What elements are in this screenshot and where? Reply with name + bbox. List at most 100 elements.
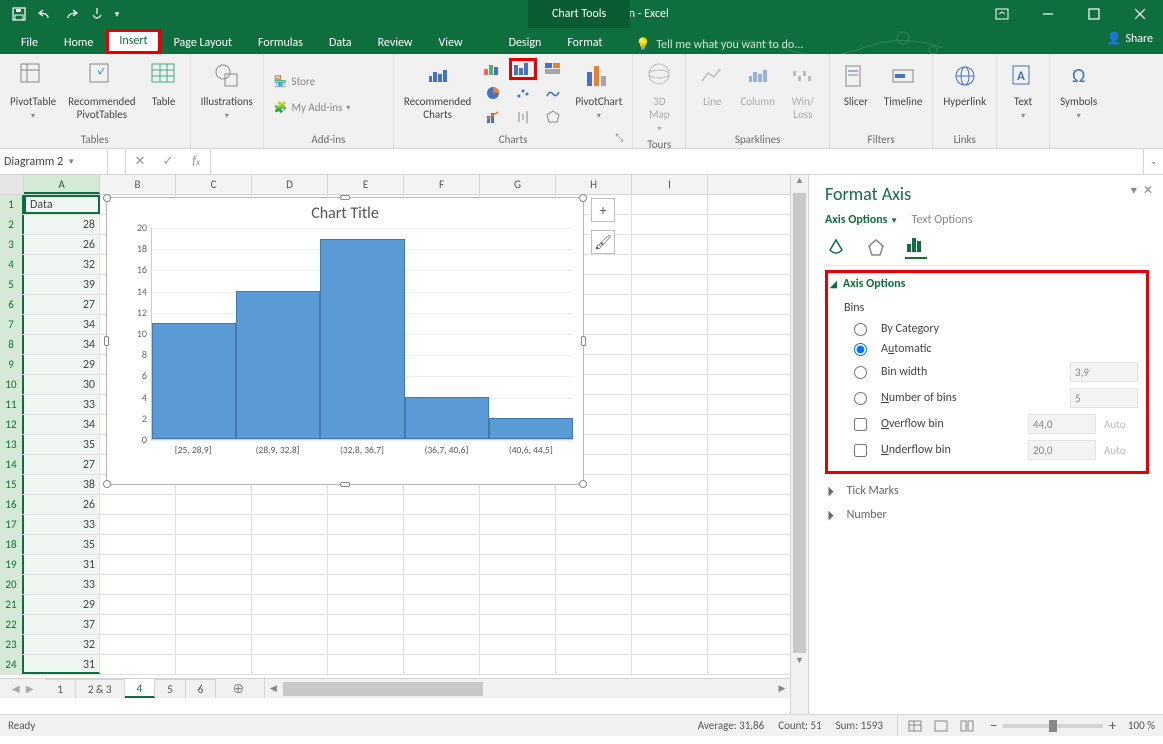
- cell[interactable]: [632, 555, 708, 574]
- section-number[interactable]: ◢ Number: [825, 508, 1149, 522]
- cell[interactable]: [328, 535, 404, 554]
- cell[interactable]: [176, 595, 252, 614]
- row-header-16[interactable]: 16: [0, 495, 24, 514]
- cell[interactable]: [480, 535, 556, 554]
- row-header-7[interactable]: 7: [0, 315, 24, 334]
- cell[interactable]: [404, 575, 480, 594]
- cell[interactable]: [632, 515, 708, 534]
- scroll-up-icon[interactable]: ▲: [791, 175, 808, 191]
- recommended-charts-button[interactable]: Recommended Charts: [400, 58, 475, 123]
- cell[interactable]: 28: [24, 215, 100, 234]
- chart-add-element-button[interactable]: +: [591, 198, 615, 222]
- tab-view[interactable]: View: [426, 32, 476, 54]
- text-button[interactable]: AText▾: [1003, 58, 1043, 123]
- cell[interactable]: [404, 515, 480, 534]
- share-button[interactable]: 👤 Share: [1106, 31, 1153, 46]
- cell[interactable]: 39: [24, 275, 100, 294]
- chart-bar[interactable]: [405, 397, 489, 439]
- close-icon[interactable]: [1117, 0, 1163, 28]
- cell[interactable]: 26: [24, 495, 100, 514]
- tab-format[interactable]: Format: [554, 32, 615, 54]
- redo-icon[interactable]: [58, 1, 84, 27]
- stock-chart-icon[interactable]: [509, 106, 537, 128]
- chart-title[interactable]: Chart Title: [107, 198, 583, 223]
- cell[interactable]: [632, 295, 708, 314]
- sheet-tab-2-3[interactable]: 2 & 3: [76, 679, 125, 698]
- cell[interactable]: 38: [24, 475, 100, 494]
- cell[interactable]: 31: [24, 555, 100, 574]
- cell[interactable]: [100, 655, 176, 674]
- cell[interactable]: [252, 515, 328, 534]
- bins-number-radio[interactable]: [854, 392, 867, 405]
- pane-tab-dropdown-icon[interactable]: ▼: [890, 216, 898, 226]
- cell[interactable]: [632, 255, 708, 274]
- cell[interactable]: [328, 655, 404, 674]
- tab-design[interactable]: Design: [496, 32, 555, 54]
- cell[interactable]: 34: [24, 335, 100, 354]
- cell[interactable]: [328, 555, 404, 574]
- column-header-A[interactable]: A: [24, 175, 100, 194]
- zoom-out-icon[interactable]: −: [990, 717, 997, 734]
- row-header-3[interactable]: 3: [0, 235, 24, 254]
- cell[interactable]: [328, 595, 404, 614]
- column-header-G[interactable]: G: [480, 175, 556, 194]
- cell[interactable]: [252, 555, 328, 574]
- cell[interactable]: [404, 655, 480, 674]
- cell[interactable]: Data: [24, 195, 100, 214]
- table-button[interactable]: Table: [144, 58, 184, 110]
- hyperlink-button[interactable]: Hyperlink: [939, 58, 990, 110]
- touch-mode-icon[interactable]: [84, 1, 110, 27]
- cell[interactable]: 35: [24, 535, 100, 554]
- sheet-next-icon[interactable]: ▶: [26, 682, 34, 695]
- bins-by-category-radio[interactable]: [854, 323, 867, 336]
- cell[interactable]: [480, 575, 556, 594]
- cell[interactable]: [176, 655, 252, 674]
- normal-view-icon[interactable]: [902, 716, 928, 736]
- cell[interactable]: [100, 515, 176, 534]
- row-header-22[interactable]: 22: [0, 615, 24, 634]
- row-header-5[interactable]: 5: [0, 275, 24, 294]
- my-addins-button[interactable]: 🧩My Add-ins▾: [270, 97, 387, 119]
- cell[interactable]: 33: [24, 515, 100, 534]
- combo-chart-icon[interactable]: [479, 106, 507, 128]
- row-header-15[interactable]: 15: [0, 475, 24, 494]
- cell[interactable]: 33: [24, 395, 100, 414]
- sheet-tab-5[interactable]: 5: [155, 679, 186, 698]
- chart-style-button[interactable]: 🖌: [591, 230, 615, 254]
- cell[interactable]: [632, 355, 708, 374]
- cell[interactable]: 31: [24, 655, 100, 674]
- fx-icon[interactable]: fx: [182, 154, 210, 169]
- axis-options-icon[interactable]: [905, 237, 927, 259]
- cell[interactable]: [632, 475, 708, 494]
- vscroll-thumb[interactable]: [793, 193, 806, 653]
- ribbon-display-options-icon[interactable]: [979, 0, 1025, 28]
- row-header-8[interactable]: 8: [0, 335, 24, 354]
- chart-bar[interactable]: [489, 418, 573, 439]
- cell[interactable]: [404, 555, 480, 574]
- cell[interactable]: 34: [24, 415, 100, 434]
- timeline-button[interactable]: Timeline: [880, 58, 926, 110]
- column-header-F[interactable]: F: [404, 175, 480, 194]
- overflow-bin-option[interactable]: Overflow bin44,0Auto: [854, 411, 1138, 437]
- charts-dialog-launcher-icon[interactable]: ⤡: [615, 131, 629, 145]
- cell[interactable]: [404, 495, 480, 514]
- name-box-dropdown-icon[interactable]: ▼: [67, 157, 75, 167]
- page-break-view-icon[interactable]: [954, 716, 980, 736]
- cell[interactable]: [100, 615, 176, 634]
- row-header-11[interactable]: 11: [0, 395, 24, 414]
- sparkline-line-button[interactable]: Line: [692, 58, 732, 110]
- qat-customize-icon[interactable]: ▾: [110, 1, 124, 27]
- cell[interactable]: [328, 495, 404, 514]
- bins-width-radio[interactable]: [854, 366, 867, 379]
- pane-tab-text-options[interactable]: Text Options: [912, 213, 973, 227]
- cell[interactable]: [252, 635, 328, 654]
- cancel-entry-icon[interactable]: ✕: [126, 154, 154, 169]
- cell[interactable]: [632, 395, 708, 414]
- cell[interactable]: [556, 595, 632, 614]
- column-header-I[interactable]: I: [632, 175, 708, 194]
- row-header-17[interactable]: 17: [0, 515, 24, 534]
- cell[interactable]: [176, 635, 252, 654]
- sheet-tab-6[interactable]: 6: [186, 679, 217, 698]
- sheet-nav[interactable]: ◀▶: [0, 679, 45, 698]
- cell[interactable]: [252, 495, 328, 514]
